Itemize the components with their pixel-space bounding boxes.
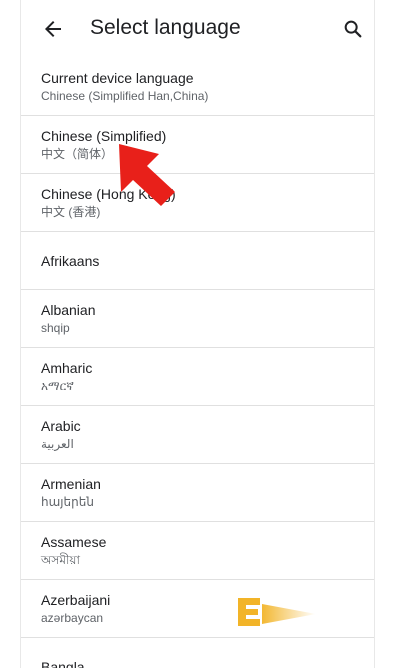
language-item-armenian[interactable]: Armenian հայերեն xyxy=(21,464,374,522)
language-list: Current device language Chinese (Simplif… xyxy=(21,58,374,668)
language-item-amharic[interactable]: Amharic አማርኛ xyxy=(21,348,374,406)
page-title: Select language xyxy=(90,16,241,39)
language-name: Chinese (Simplified) xyxy=(41,128,167,144)
app-bar: Select language xyxy=(21,0,374,58)
language-name: Albanian xyxy=(41,302,96,318)
language-item-azerbaijani[interactable]: Azerbaijani azərbaycan xyxy=(21,580,374,638)
language-name: Armenian xyxy=(41,476,101,492)
language-item-afrikaans[interactable]: Afrikaans xyxy=(21,232,374,290)
language-native-name: অসমীয়া xyxy=(41,553,80,567)
arrow-back-icon[interactable] xyxy=(41,17,65,41)
language-name: Afrikaans xyxy=(41,252,100,269)
language-native-name: 中文 (香港) xyxy=(41,205,101,219)
search-icon[interactable] xyxy=(342,18,364,40)
language-name: Current device language xyxy=(41,70,194,86)
language-native-name: հայերեն xyxy=(41,495,94,509)
language-name: Arabic xyxy=(41,418,81,434)
language-native-name: azərbaycan xyxy=(41,611,104,625)
language-native-name: shqip xyxy=(41,321,70,335)
language-item-bangla[interactable]: Bangla xyxy=(21,638,374,668)
language-name: Amharic xyxy=(41,360,93,376)
language-item-arabic[interactable]: Arabic العربية xyxy=(21,406,374,464)
language-native-name: አማርኛ xyxy=(41,379,74,393)
language-name: Assamese xyxy=(41,534,107,550)
language-name: Azerbaijani xyxy=(41,592,111,608)
language-name: Chinese (Hong Kong) xyxy=(41,186,176,202)
language-native-name: العربية xyxy=(41,437,74,451)
language-item-assamese[interactable]: Assamese অসমীয়া xyxy=(21,522,374,580)
language-native-name: 中文（简体） xyxy=(41,147,114,161)
language-item-chinese-hong-kong[interactable]: Chinese (Hong Kong) 中文 (香港) xyxy=(21,174,374,232)
language-item-current-device[interactable]: Current device language Chinese (Simplif… xyxy=(21,58,374,116)
language-native-name: Chinese (Simplified Han,China) xyxy=(41,89,209,103)
language-item-chinese-simplified[interactable]: Chinese (Simplified) 中文（简体） xyxy=(21,116,374,174)
language-screen: Select language Current device language … xyxy=(20,0,375,668)
language-item-albanian[interactable]: Albanian shqip xyxy=(21,290,374,348)
language-name: Bangla xyxy=(41,658,85,668)
